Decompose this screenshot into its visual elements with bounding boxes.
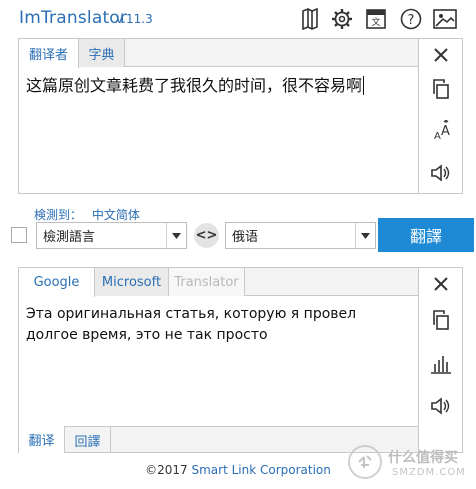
help-icon[interactable]: ? <box>400 8 422 30</box>
close-icon[interactable] <box>419 39 463 71</box>
source-text-input[interactable]: 这篇原创文章耗费了我很久的时间，很不容易啊 <box>26 75 410 97</box>
result-text: Эта оригинальная статья, которую я прове… <box>26 306 357 343</box>
map-icon[interactable] <box>299 8 321 30</box>
app-version: v.11.3 <box>116 12 153 26</box>
font-size-icon[interactable]: AA <box>419 115 463 147</box>
detected-language: 中文简体 <box>91 208 140 222</box>
tab-back-translation[interactable]: 回譯 <box>65 427 111 453</box>
result-panel: Google Microsoft Translator Эта оригинал… <box>18 267 463 453</box>
detection-label: 検測到： <box>34 208 83 222</box>
app-title: ImTranslator <box>19 8 128 28</box>
text-cursor <box>363 76 365 95</box>
result-sidebar <box>418 268 462 452</box>
target-language-select[interactable]: 俄语 <box>225 222 376 249</box>
auto-detect-checkbox[interactable] <box>11 227 27 243</box>
close-icon[interactable] <box>419 268 463 300</box>
chevron-down-icon <box>355 223 375 248</box>
svg-text:?: ? <box>408 13 415 28</box>
svg-text:A: A <box>441 124 450 139</box>
speaker-icon[interactable] <box>419 390 463 422</box>
bar-chart-icon[interactable] <box>419 348 463 380</box>
dictionary-icon[interactable]: 文 <box>365 8 387 30</box>
svg-text:A: A <box>434 131 441 142</box>
footer-copyright: ©2017 <box>145 463 188 477</box>
tab-dictionary[interactable]: 字典 <box>79 39 125 67</box>
source-tabbar: 翻译者 字典 <box>19 39 418 68</box>
svg-text:文: 文 <box>371 16 380 28</box>
gear-icon[interactable] <box>331 8 353 30</box>
speaker-icon[interactable] <box>419 157 463 189</box>
result-tabbar: Google Microsoft Translator <box>19 268 418 297</box>
chevron-down-icon <box>166 223 186 248</box>
tab-google[interactable]: Google <box>19 268 95 297</box>
watermark-logo-icon <box>348 445 382 479</box>
source-panel: 翻译者 字典 这篇原创文章耗费了我很久的时间，很不容易啊 AA <box>18 38 463 194</box>
copy-icon[interactable] <box>419 304 463 336</box>
watermark-site: SMZDM.COM <box>392 467 466 478</box>
detection-info: 検測到： 中文简体 <box>34 206 140 223</box>
watermark-text: 什么值得买 <box>388 450 458 466</box>
target-language-value: 俄语 <box>232 230 259 245</box>
tab-translation[interactable]: 翻译 <box>19 426 65 453</box>
tab-translator[interactable]: 翻译者 <box>19 39 79 68</box>
tab-microsoft[interactable]: Microsoft <box>95 268 169 296</box>
source-language-select[interactable]: 檢測語言 <box>36 222 187 249</box>
tab-translator-engine[interactable]: Translator <box>169 268 245 296</box>
source-sidebar: AA <box>418 39 462 193</box>
copy-icon[interactable] <box>419 73 463 105</box>
image-icon[interactable] <box>433 8 457 30</box>
translate-button[interactable]: 翻譯 <box>378 218 474 252</box>
footer-company-link[interactable]: Smart Link Corporation <box>191 463 330 477</box>
source-language-value: 檢測語言 <box>43 230 96 245</box>
swap-languages-button[interactable]: <> <box>194 223 219 248</box>
source-text: 这篇原创文章耗费了我很久的时间，很不容易啊 <box>26 76 363 95</box>
